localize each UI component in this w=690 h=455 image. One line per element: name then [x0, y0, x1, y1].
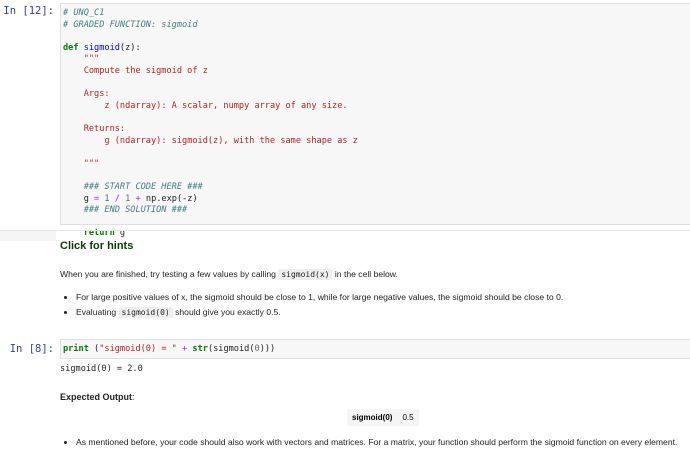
- code-token: (sigmoid(: [207, 344, 255, 354]
- hints-toggle[interactable]: Click for hints: [60, 240, 684, 252]
- code-line: g = 1 / 1 + np.exp(-z): [63, 194, 198, 204]
- code-token: z (ndarray): A scalar, numpy array of an…: [104, 100, 348, 111]
- code-token: Returns:: [83, 123, 126, 134]
- code-line: ### END SOLUTION ###: [63, 205, 187, 215]
- code-token: np.exp(-z): [140, 193, 198, 204]
- list-item: For large positive values of x, the sigm…: [76, 291, 684, 303]
- expected-output-title: Expected Output: [60, 392, 133, 402]
- code-token: """: [83, 158, 100, 169]
- code-token: # GRADED FUNCTION: sigmoid: [63, 19, 198, 30]
- cell-separator: [0, 230, 690, 231]
- code-token: sigmoid: [83, 42, 120, 53]
- code-token: (: [88, 344, 100, 354]
- intro-after: in the cell below.: [332, 269, 398, 279]
- code-editor[interactable]: # UNQ_C1 # GRADED FUNCTION: sigmoid def …: [61, 4, 690, 240]
- code-token: g: [63, 193, 95, 204]
- code-token: ))): [259, 344, 276, 354]
- code-token: print: [63, 344, 89, 354]
- code-token: (z):: [119, 42, 141, 53]
- code-token: """: [83, 54, 100, 65]
- code-token: ### END SOLUTION ###: [83, 205, 188, 216]
- code-cell-test[interactable]: print ("sigmoid(0) = " + str(sigmoid(0))…: [60, 339, 690, 359]
- code-line: ### START CODE HERE ###: [63, 182, 203, 192]
- code-line: Args:: [63, 89, 110, 99]
- code-token: Args:: [83, 89, 110, 100]
- code-line: # GRADED FUNCTION: sigmoid: [63, 20, 198, 30]
- list-item: Evaluating sigmoid(0) should give you ex…: [76, 306, 684, 319]
- bullet-text: As mentioned before, your code should al…: [76, 437, 678, 447]
- code-line: print ("sigmoid(0) = " + str(sigmoid(0))…: [63, 344, 275, 354]
- bullet-text: should give you exactly 0.5.: [172, 307, 281, 317]
- cell-output: sigmoid(0) = 2.0: [60, 364, 143, 374]
- code-token: Compute the sigmoid of z: [83, 65, 208, 76]
- code-line: def sigmoid(z):: [63, 43, 141, 53]
- code-line: """: [63, 158, 100, 169]
- code-token: g (ndarray): sigmoid(z), with the same s…: [104, 135, 358, 146]
- list-item: As mentioned before, your code should al…: [76, 436, 684, 448]
- expected-output-table: sigmoid(0) 0.5: [347, 409, 419, 426]
- bullet-text: For large positive values of x, the sigm…: [76, 292, 564, 302]
- cell-gutter: [0, 231, 56, 241]
- expected-key: sigmoid(0): [347, 409, 398, 426]
- code-line: """: [63, 54, 100, 65]
- code-line: g (ndarray): sigmoid(z), with the same s…: [63, 136, 358, 146]
- intro-before: When you are finished, try testing a few…: [60, 269, 279, 279]
- expected-value: 0.5: [397, 409, 419, 426]
- code-line: z (ndarray): A scalar, numpy array of an…: [63, 100, 348, 111]
- code-cell-sigmoid[interactable]: # UNQ_C1 # GRADED FUNCTION: sigmoid def …: [60, 3, 690, 238]
- code-token: # UNQ_C1: [63, 8, 105, 18]
- code-token: ### START CODE HERE ###: [83, 181, 203, 192]
- code-token: str: [192, 344, 208, 354]
- intro-text: When you are finished, try testing a few…: [60, 268, 684, 281]
- inline-code-sigmoid-0: sigmoid(0): [118, 307, 173, 318]
- code-token: "sigmoid(0) = ": [99, 344, 177, 354]
- cell-prompt: In [12]:: [3, 5, 54, 17]
- code-line: Compute the sigmoid of z: [63, 66, 208, 76]
- expected-output-label: Expected Output:: [60, 392, 135, 402]
- code-token: def: [63, 42, 84, 53]
- final-note: As mentioned before, your code should al…: [60, 436, 684, 451]
- expected-output-colon: :: [132, 392, 135, 402]
- markdown-cell: Click for hints When you are finished, t…: [60, 240, 684, 322]
- code-line: Returns:: [63, 124, 125, 134]
- inline-code-sigmoid-x: sigmoid(x): [278, 269, 333, 280]
- hint-list: For large positive values of x, the sigm…: [60, 291, 684, 319]
- code-editor[interactable]: print ("sigmoid(0) = " + str(sigmoid(0))…: [61, 340, 690, 356]
- bullet-text: Evaluating: [76, 307, 119, 317]
- table-row: sigmoid(0) 0.5: [347, 409, 419, 426]
- code-line: # UNQ_C1: [63, 8, 104, 18]
- cell-prompt: In [8]:: [9, 343, 54, 355]
